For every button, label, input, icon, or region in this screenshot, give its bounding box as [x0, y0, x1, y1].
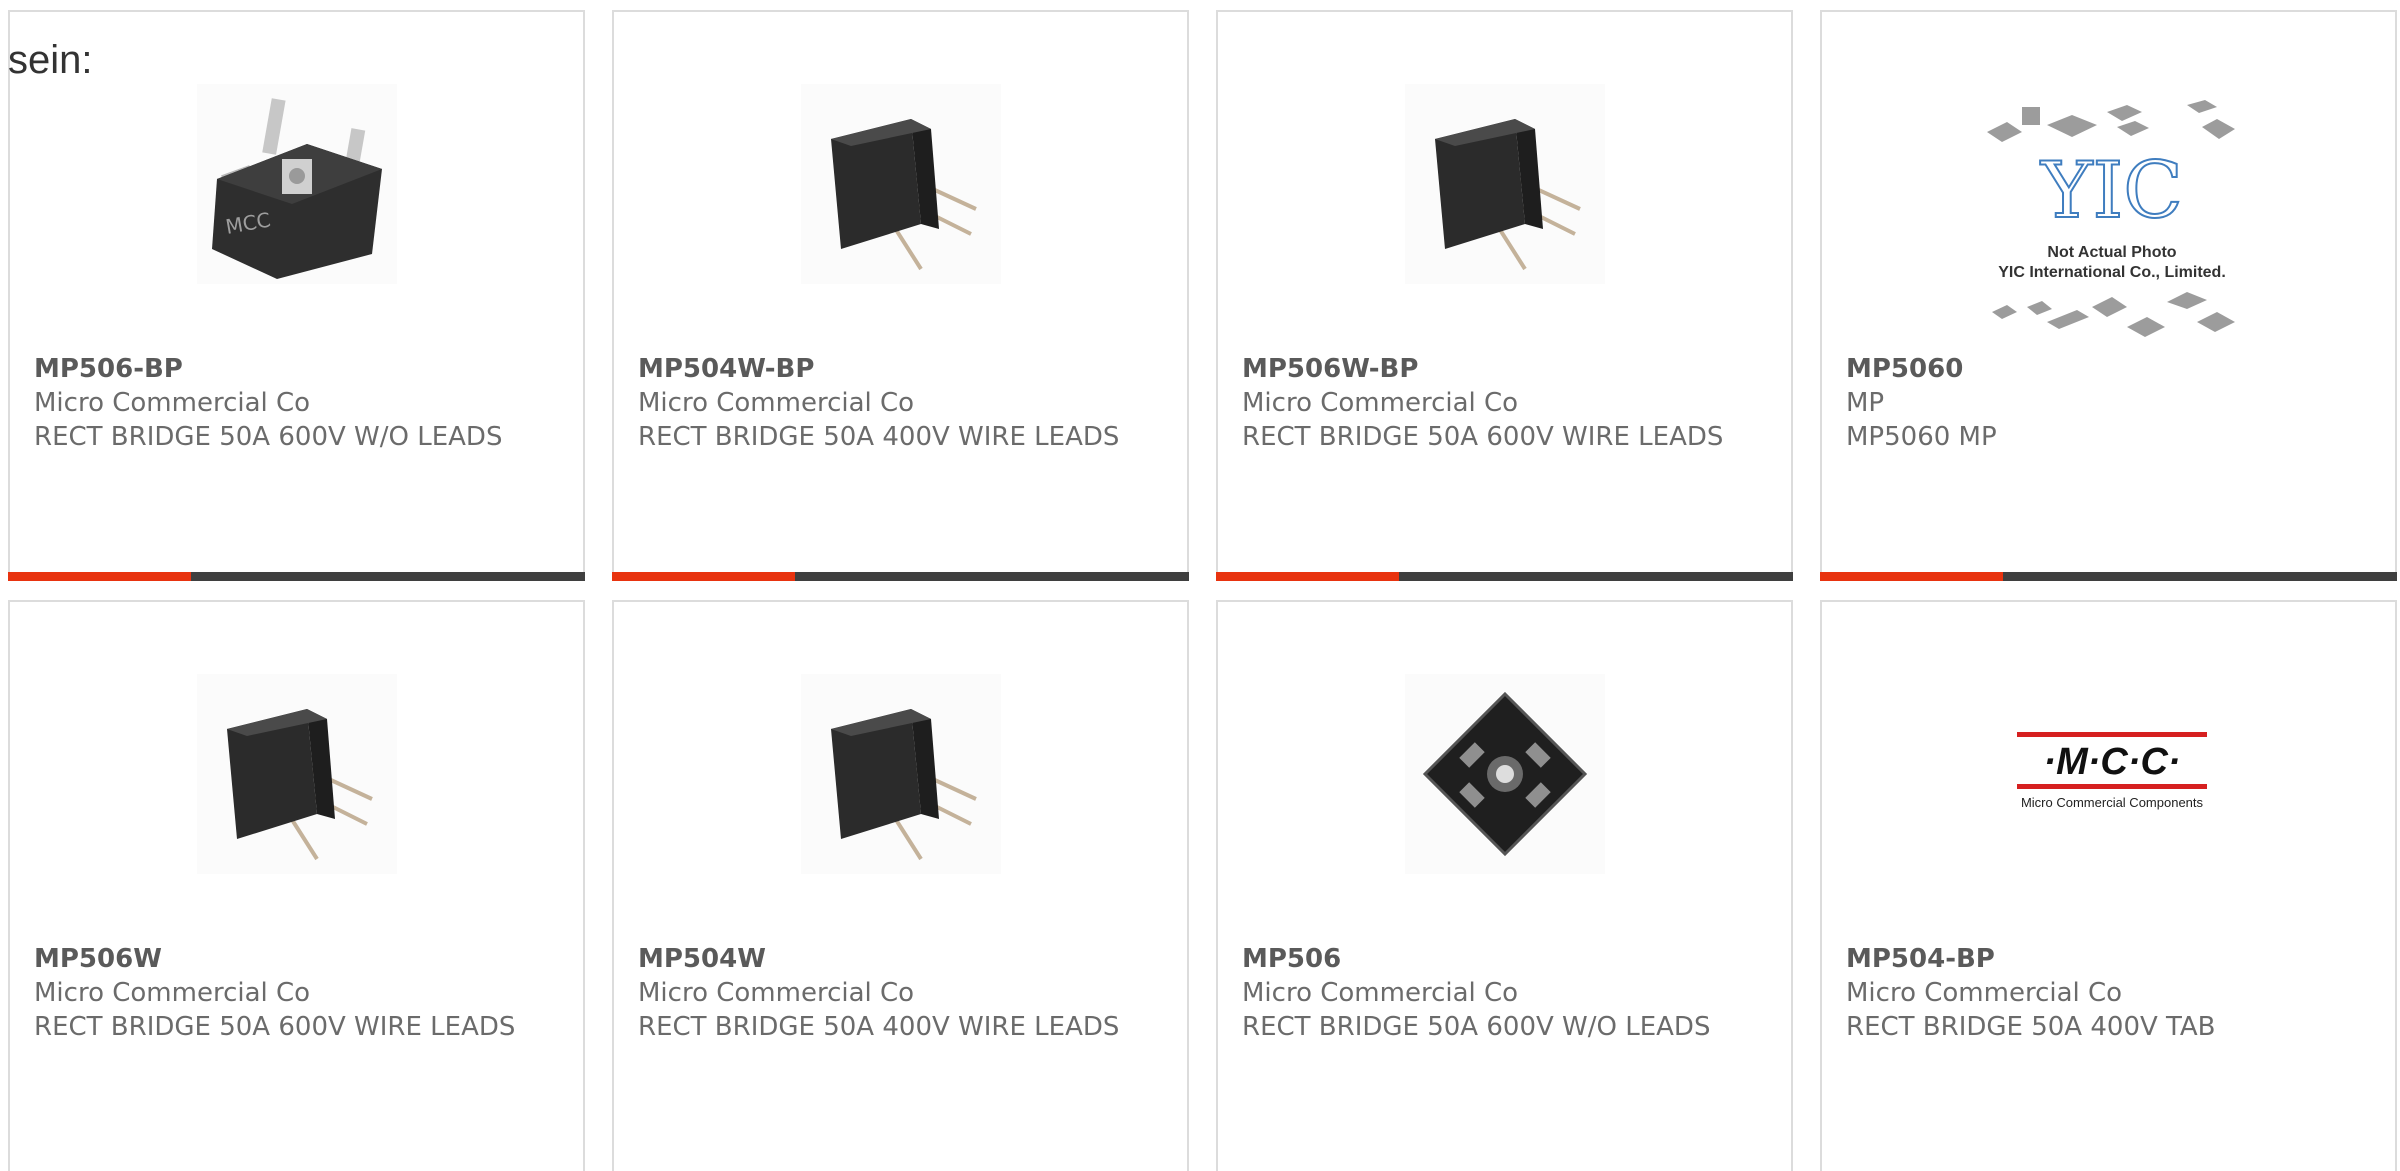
bridge-rectifier-tab-icon: MCC — [197, 84, 397, 284]
part-number[interactable]: MP5060 — [1846, 352, 2366, 386]
placeholder-line-2: YIC International Co., Limited. — [1998, 264, 2226, 281]
part-number[interactable]: MP504-BP — [1846, 942, 2366, 976]
intro-text: sein: — [8, 38, 93, 82]
manufacturer: MP — [1846, 388, 1885, 418]
description: RECT BRIDGE 50A 400V WIRE LEADS — [638, 1012, 1120, 1042]
manufacturer: Micro Commercial Co — [1242, 978, 1519, 1008]
yic-logo: YIC — [2040, 146, 2183, 236]
manufacturer: Micro Commercial Co — [34, 388, 311, 418]
bridge-rectifier-wire-icon — [1405, 84, 1605, 284]
product-card[interactable]: MP506W Micro Commercial Co RECT BRIDGE 5… — [8, 600, 585, 1171]
product-card[interactable]: MCC MP506-BP Micro Commercial Co RECT BR… — [8, 10, 585, 581]
manufacturer: Micro Commercial Co — [638, 978, 915, 1008]
product-card[interactable]: MP506W-BP Micro Commercial Co RECT BRIDG… — [1216, 10, 1793, 581]
manufacturer: Micro Commercial Co — [638, 388, 915, 418]
bridge-rectifier-wire-icon — [801, 84, 1001, 284]
product-card[interactable]: YIC Not Actual Photo YIC International C… — [1820, 10, 2397, 581]
card-bar — [1216, 572, 1793, 581]
part-number[interactable]: MP506-BP — [34, 352, 554, 386]
mcc-logo-subtext: Micro Commercial Components — [2021, 795, 2204, 810]
description: MP5060 MP — [1846, 422, 1997, 452]
manufacturer: Micro Commercial Co — [1242, 388, 1519, 418]
bridge-rectifier-wire-icon — [801, 674, 1001, 874]
manufacturer: Micro Commercial Co — [1846, 978, 2123, 1008]
card-bar — [612, 572, 1189, 581]
description: RECT BRIDGE 50A 600V WIRE LEADS — [34, 1012, 516, 1042]
description: RECT BRIDGE 50A 400V TAB — [1846, 1012, 2216, 1042]
part-number[interactable]: MP506W-BP — [1242, 352, 1762, 386]
part-number[interactable]: MP506W — [34, 942, 554, 976]
description: RECT BRIDGE 50A 600V W/O LEADS — [1242, 1012, 1711, 1042]
product-card[interactable]: ·M·C·C· Micro Commercial Components MP50… — [1820, 600, 2397, 1171]
manufacturer: Micro Commercial Co — [34, 978, 311, 1008]
yic-placeholder-icon: YIC Not Actual Photo YIC International C… — [1977, 97, 2247, 347]
mcc-logo-text: ·M·C·C· — [2043, 741, 2180, 783]
mcc-logo-icon: ·M·C·C· Micro Commercial Components — [1997, 712, 2227, 832]
part-number[interactable]: MP504W — [638, 942, 1158, 976]
product-card[interactable]: MP504W-BP Micro Commercial Co RECT BRIDG… — [612, 10, 1189, 581]
description: RECT BRIDGE 50A 400V WIRE LEADS — [638, 422, 1120, 452]
product-card[interactable]: MP504W Micro Commercial Co RECT BRIDGE 5… — [612, 600, 1189, 1171]
part-number[interactable]: MP504W-BP — [638, 352, 1158, 386]
card-bar — [8, 572, 585, 581]
card-bar — [1820, 572, 2397, 581]
description: RECT BRIDGE 50A 600V WIRE LEADS — [1242, 422, 1724, 452]
part-number[interactable]: MP506 — [1242, 942, 1762, 976]
product-grid: MCC MP506-BP Micro Commercial Co RECT BR… — [0, 0, 2400, 1171]
bridge-rectifier-top-icon — [1405, 674, 1605, 874]
bridge-rectifier-wire-icon — [197, 674, 397, 874]
description: RECT BRIDGE 50A 600V W/O LEADS — [34, 422, 503, 452]
product-card[interactable]: MP506 Micro Commercial Co RECT BRIDGE 50… — [1216, 600, 1793, 1171]
placeholder-line-1: Not Actual Photo — [2047, 244, 2176, 261]
